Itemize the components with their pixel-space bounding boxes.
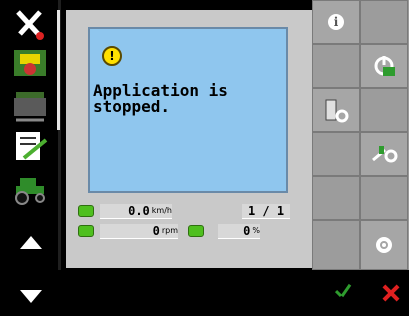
info-softkey[interactable]: i (312, 0, 360, 44)
status-area: 0.0 km/h 1 / 1 0 rpm 0 % (78, 198, 298, 244)
scroll-down-arrow-icon[interactable] (20, 290, 42, 303)
rpm-box: 0 rpm (100, 223, 178, 239)
warning-icon: ! (102, 46, 122, 66)
scroll-up-arrow-icon[interactable] (20, 236, 42, 249)
page-counter: 1 / 1 (247, 203, 285, 218)
softkey-blank-2[interactable] (312, 44, 360, 88)
gear-settings-icon (376, 237, 392, 253)
pto-icon (188, 225, 204, 237)
power-on-icon (374, 56, 395, 76)
info-icon: i (328, 14, 344, 30)
softkey-blank-1[interactable] (360, 0, 408, 44)
gear-settings-softkey[interactable] (360, 220, 408, 270)
softkey-blank-5[interactable] (312, 176, 360, 220)
rpm-row: 0 rpm 0 % (78, 222, 298, 240)
accept-check-icon[interactable] (334, 284, 352, 300)
rpm-unit: rpm (161, 226, 178, 235)
left-scrollbar[interactable] (57, 10, 60, 130)
power-on-softkey[interactable] (360, 44, 408, 88)
speed-row: 0.0 km/h 1 / 1 (78, 202, 298, 220)
softkey-blank-7[interactable] (312, 220, 360, 270)
speed-unit: km/h (151, 206, 172, 215)
left-toolbar (0, 0, 62, 270)
implement-icon[interactable] (10, 88, 50, 124)
tractor-icon[interactable] (10, 170, 50, 206)
softkey-blank-4[interactable] (312, 132, 360, 176)
softkey-panel: i (312, 0, 409, 270)
message-box: ! Application is stopped. (88, 27, 288, 193)
hitch-lift-softkey[interactable] (360, 132, 408, 176)
page-counter-box: 1 / 1 (242, 203, 290, 219)
tools-icon[interactable] (10, 6, 50, 42)
rpm-icon (78, 225, 94, 237)
percent-box: 0 % (218, 223, 260, 239)
softkey-blank-6[interactable] (360, 176, 408, 220)
notes-edit-icon[interactable] (10, 128, 50, 164)
speed-value: 0.0 (128, 203, 150, 218)
percent-unit: % (252, 226, 260, 235)
percent-value: 0 (243, 223, 251, 238)
hitch-lift-icon (372, 146, 398, 163)
machine-settings-softkey[interactable] (312, 88, 360, 132)
tractor-settings-icon[interactable] (10, 44, 50, 80)
speed-box: 0.0 km/h (100, 203, 172, 219)
message-text: Application is stopped. (93, 81, 228, 116)
machine-settings-icon (325, 99, 349, 123)
isobus-terminal-screen: ! Application is stopped. 0.0 km/h 1 / 1… (0, 0, 409, 316)
softkey-blank-3[interactable] (360, 88, 408, 132)
cancel-x-icon[interactable] (380, 282, 402, 304)
speed-icon (78, 205, 94, 217)
rpm-value: 0 (152, 223, 160, 238)
